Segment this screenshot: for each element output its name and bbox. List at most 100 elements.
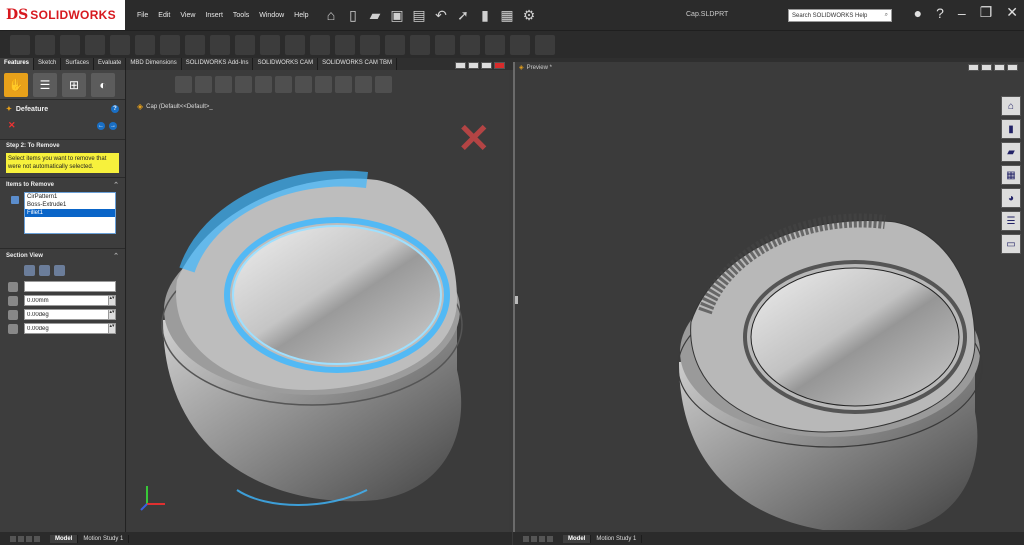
menu-window[interactable]: Window — [259, 12, 284, 19]
undo-icon[interactable]: ↶ — [430, 5, 452, 25]
reference-geometry-icon[interactable] — [485, 35, 505, 55]
boundary-cut-icon[interactable] — [260, 35, 280, 55]
select-pointer-icon[interactable]: ➚ — [452, 5, 474, 25]
revolved-boss-icon[interactable] — [35, 35, 55, 55]
rib-icon[interactable] — [335, 35, 355, 55]
rotation-x-input[interactable] — [24, 309, 109, 320]
menu-insert[interactable]: Insert — [205, 12, 223, 19]
next-tab-icon[interactable] — [26, 535, 32, 542]
offset-spinner[interactable]: ▴▾ — [109, 295, 116, 306]
items-heading[interactable]: Items to Remove ⌃ — [0, 178, 125, 192]
rotation-y-input[interactable] — [24, 323, 109, 334]
menu-help[interactable]: Help — [294, 12, 308, 19]
restore-icon[interactable] — [481, 62, 492, 69]
last-tab-icon[interactable] — [34, 535, 40, 542]
lofted-boss-icon[interactable] — [85, 35, 105, 55]
previous-tab-icon[interactable] — [531, 535, 537, 542]
previous-tab-icon[interactable] — [18, 535, 24, 542]
close-icon[interactable] — [494, 62, 505, 69]
mirror-icon[interactable] — [460, 35, 480, 55]
search-input[interactable]: Search SOLIDWORKS Help ⌕ — [788, 9, 892, 22]
list-item[interactable]: Boss-Extrude1 — [25, 201, 115, 209]
next-icon[interactable]: → — [109, 121, 117, 130]
instant3d-icon[interactable] — [535, 35, 555, 55]
top-plane-icon[interactable] — [39, 265, 50, 276]
boundary-boss-icon[interactable] — [110, 35, 130, 55]
offset-distance-input[interactable] — [24, 295, 109, 306]
swept-boss-icon[interactable] — [60, 35, 80, 55]
minimize-icon[interactable] — [455, 62, 466, 69]
close-icon[interactable] — [1007, 64, 1018, 71]
extruded-cut-icon[interactable] — [135, 35, 155, 55]
save-icon[interactable]: ▣ — [386, 5, 408, 25]
tab-solidworks-cam-tbm[interactable]: SOLIDWORKS CAM TBM — [318, 58, 398, 70]
open-folder-icon[interactable]: ▰ — [364, 5, 386, 25]
cancel-icon[interactable]: ✕ — [8, 120, 16, 131]
wrap-icon[interactable] — [410, 35, 430, 55]
curves-icon[interactable] — [510, 35, 530, 55]
tab-solidworks-add-ins[interactable]: SOLIDWORKS Add-Ins — [181, 58, 254, 70]
print-icon[interactable]: ▤ — [408, 5, 430, 25]
gear-icon[interactable]: ⚙ — [518, 5, 540, 25]
right-plane-icon[interactable] — [54, 265, 65, 276]
configuration-manager-tab-icon[interactable]: ⊞ — [62, 72, 86, 97]
menu-tools[interactable]: Tools — [233, 12, 249, 19]
section-reference-input[interactable] — [24, 281, 116, 292]
feature-manager-tab-icon[interactable]: ☰ — [33, 72, 57, 97]
tab-sketch[interactable]: Sketch — [34, 58, 62, 70]
front-plane-icon[interactable] — [24, 265, 35, 276]
collapse-icon[interactable]: ⌃ — [113, 181, 119, 189]
swept-cut-icon[interactable] — [210, 35, 230, 55]
list-item-selected[interactable]: Fillet1 — [25, 209, 115, 217]
user-icon[interactable]: ● — [914, 5, 922, 21]
graphics-area-left[interactable]: ◈ Cap (Default<<Default>_ ✕ — [127, 62, 509, 532]
close-icon[interactable]: ✕ — [1006, 4, 1018, 21]
tab-motion-study[interactable]: Motion Study 1 — [591, 534, 643, 543]
menu-view[interactable]: View — [180, 12, 195, 19]
collapse-icon[interactable]: ⌃ — [113, 252, 119, 260]
menu-file[interactable]: File — [137, 12, 148, 19]
hole-wizard-icon[interactable] — [160, 35, 180, 55]
menu-edit[interactable]: Edit — [158, 12, 170, 19]
draft-icon[interactable] — [360, 35, 380, 55]
help-icon[interactable]: ? — [111, 105, 119, 113]
tab-features[interactable]: Features — [0, 58, 35, 70]
tab-model[interactable]: Model — [563, 534, 592, 543]
tab-model[interactable]: Model — [50, 534, 79, 543]
intersect-icon[interactable] — [435, 35, 455, 55]
preview-collapse-handle[interactable] — [515, 296, 518, 304]
tab-surfaces[interactable]: Surfaces — [61, 58, 95, 70]
file-properties-icon[interactable]: ▦ — [496, 5, 518, 25]
solidworks-logo[interactable]: DS SOLIDWORKS — [0, 0, 125, 30]
tab-solidworks-cam[interactable]: SOLIDWORKS CAM — [253, 58, 319, 70]
tab-evaluate[interactable]: Evaluate — [94, 58, 127, 70]
first-tab-icon[interactable] — [523, 535, 529, 542]
search-icon[interactable]: ⌕ — [885, 12, 888, 19]
last-tab-icon[interactable] — [547, 535, 553, 542]
help-icon[interactable]: ? — [936, 5, 944, 21]
fillet-icon[interactable] — [285, 35, 305, 55]
next-tab-icon[interactable] — [539, 535, 545, 542]
display-manager-tab-icon[interactable]: ◐ — [91, 72, 115, 97]
revolved-cut-icon[interactable] — [185, 35, 205, 55]
first-tab-icon[interactable] — [10, 535, 16, 542]
rebuild-icon[interactable]: ▮ — [474, 5, 496, 25]
section-view-heading[interactable]: Section View ⌃ — [0, 249, 125, 263]
tab-mbd-dimensions[interactable]: MBD Dimensions — [126, 58, 182, 70]
rotation-x-spinner[interactable]: ▴▾ — [109, 309, 116, 320]
items-list[interactable]: CirPattern1 Boss-Extrude1 Fillet1 — [24, 192, 116, 234]
linear-pattern-icon[interactable] — [310, 35, 330, 55]
property-manager-tab-icon[interactable]: ✋ — [4, 72, 28, 97]
tab-motion-study[interactable]: Motion Study 1 — [78, 534, 130, 543]
restore-icon[interactable]: ❐ — [980, 4, 993, 21]
preview-viewport[interactable]: ◈ Preview * ⌂ ▮ ▰ ▦ ◕ ☰ ▭ — [513, 62, 1024, 532]
home-icon[interactable]: ⌂ — [320, 5, 342, 25]
back-icon[interactable]: ← — [97, 121, 105, 130]
new-document-icon[interactable]: ▯ — [342, 5, 364, 25]
shell-icon[interactable] — [385, 35, 405, 55]
extruded-boss-icon[interactable] — [10, 35, 30, 55]
list-item[interactable]: CirPattern1 — [25, 193, 115, 201]
rotation-y-spinner[interactable]: ▴▾ — [109, 323, 116, 334]
lofted-cut-icon[interactable] — [235, 35, 255, 55]
minimize-icon[interactable]: – — [958, 5, 966, 21]
